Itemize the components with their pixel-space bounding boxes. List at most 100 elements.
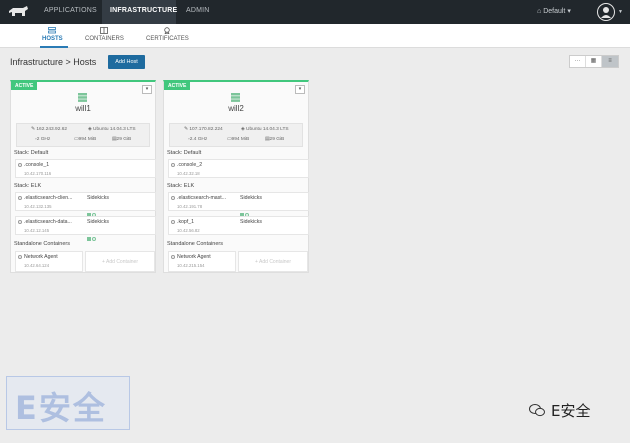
sidekicks-label: Sidekicks <box>240 219 262 225</box>
container-status-icon <box>18 255 22 259</box>
container-status-icon <box>171 255 175 259</box>
sidekicks-label: Sidekicks <box>240 195 262 201</box>
grid-view-icon[interactable]: ▦ <box>586 56 602 67</box>
host-name[interactable]: will2 <box>164 104 308 113</box>
container-name: .elasticsearch-mast... <box>177 195 227 201</box>
add-container-button[interactable]: + Add Container <box>238 251 308 272</box>
watermark-text: E安全 <box>551 402 591 420</box>
container-name: .elasticsearch-data... <box>24 219 72 225</box>
container-name: .console_2 <box>177 162 203 168</box>
containers-icon <box>100 27 109 34</box>
nav-admin[interactable]: ADMIN <box>186 7 210 14</box>
tab-certificates[interactable]: CERTIFICATES <box>146 27 189 42</box>
host-disk: ▤29 GiB <box>265 137 285 142</box>
host-menu-chevron-down-icon[interactable]: ▾ <box>295 85 305 94</box>
container-network-agent[interactable]: Network Agent 10.42.64.124 <box>15 251 83 272</box>
sidekick-icons[interactable] <box>87 228 96 241</box>
watermark-text: E安全 <box>15 389 107 427</box>
container-ip: 10.42.191.78 <box>177 204 203 209</box>
view-toggle-group: ··· ▦ ≡ <box>569 55 619 68</box>
page-breadcrumb: Infrastructure > Hosts <box>10 57 97 67</box>
nav-applications[interactable]: APPLICATIONS <box>44 7 97 14</box>
host-cpu: ▫2 GHz <box>35 137 51 142</box>
container-elasticsearch-master[interactable]: .elasticsearch-mast... 10.42.191.78 Side… <box>168 192 309 217</box>
host-card-will2: ACTIVE ▾ will2 ✎ 107.170.82.224 ◈ Ubuntu… <box>163 80 309 273</box>
container-network-agent[interactable]: Network Agent 10.42.215.154 <box>168 251 236 272</box>
host-ip: ✎ 107.170.82.224 <box>184 127 223 132</box>
more-options-icon[interactable]: ··· <box>570 56 586 67</box>
container-name: .console_1 <box>24 162 50 168</box>
sidekick-icons[interactable] <box>240 204 249 217</box>
environment-dropdown[interactable]: ⌂ Default ▾ <box>537 7 571 15</box>
host-cpu: ▫2.4 GHz <box>188 137 208 142</box>
container-ip: 10.42.64.124 <box>24 263 50 268</box>
add-host-button[interactable]: Add Host <box>108 55 145 69</box>
stack-elk-header: Stack: ELK <box>14 183 42 189</box>
chevron-down-icon: ▾ <box>565 8 571 15</box>
container-name: Network Agent <box>24 254 58 260</box>
nav-infrastructure[interactable]: INFRASTRUCTURE <box>110 7 177 14</box>
user-avatar[interactable] <box>597 3 615 21</box>
container-kopf[interactable]: .kopf_1 10.42.56.82 Sidekicks <box>168 216 309 235</box>
host-ip: ✎ 162.243.92.62 <box>31 127 68 132</box>
host-server-icon <box>231 93 240 102</box>
certificate-icon <box>164 27 171 34</box>
wechat-icon <box>529 404 545 417</box>
container-console[interactable]: .console_2 10.42.32.18 <box>168 159 309 178</box>
sub-nav: HOSTS CONTAINERS CERTIFICATES <box>0 24 630 48</box>
rancher-logo-icon[interactable] <box>7 5 29 18</box>
tab-containers-label: CONTAINERS <box>85 36 124 42</box>
container-ip: 10.42.56.82 <box>177 228 200 233</box>
container-ip: 10.42.32.18 <box>177 171 200 176</box>
tab-containers[interactable]: CONTAINERS <box>85 27 124 42</box>
container-elasticsearch-data[interactable]: .elasticsearch-data... 10.42.12.145 Side… <box>15 216 156 241</box>
container-name: .elasticsearch-clien... <box>24 195 73 201</box>
sidekicks-label: Sidekicks <box>87 195 109 201</box>
active-tab-underline <box>40 46 68 48</box>
container-ip: 10.42.12.145 <box>24 228 50 233</box>
host-memory: ▭994 MiB <box>227 137 250 142</box>
container-status-icon <box>171 163 175 167</box>
host-os: ◈ Ubuntu 14.04.3 LTS <box>241 127 289 132</box>
hosts-icon <box>48 27 57 34</box>
host-menu-chevron-down-icon[interactable]: ▾ <box>142 85 152 94</box>
host-state-badge: ACTIVE <box>164 82 191 90</box>
standalone-header: Standalone Containers <box>167 241 223 247</box>
host-info: ✎ 162.243.92.62 ◈ Ubuntu 14.04.3 LTS ▫2 … <box>16 123 150 147</box>
container-status-icon <box>18 163 22 167</box>
host-disk: ▤29 GiB <box>112 137 132 142</box>
stack-elk-header: Stack: ELK <box>167 183 195 189</box>
list-view-icon[interactable]: ≡ <box>602 56 618 67</box>
add-container-button[interactable]: + Add Container <box>85 251 155 272</box>
container-elasticsearch-client[interactable]: .elasticsearch-clien... 10.42.132.135 Si… <box>15 192 156 217</box>
stack-default-header: Stack: Default <box>14 150 49 156</box>
tab-hosts-label: HOSTS <box>42 36 63 42</box>
container-status-icon <box>171 196 175 200</box>
container-name: Network Agent <box>177 254 211 260</box>
container-console[interactable]: .console_1 10.42.170.116 <box>15 159 156 178</box>
host-card-will1: ACTIVE ▾ will1 ✎ 162.243.92.62 ◈ Ubuntu … <box>10 80 156 273</box>
container-status-icon <box>18 220 22 224</box>
environment-label: Default <box>543 8 566 15</box>
sidekicks-label: Sidekicks <box>87 219 109 225</box>
host-state-badge: ACTIVE <box>11 82 38 90</box>
container-status-icon <box>18 196 22 200</box>
user-icon <box>601 7 611 18</box>
host-info: ✎ 107.170.82.224 ◈ Ubuntu 14.04.3 LTS ▫2… <box>169 123 303 147</box>
stack-default-header: Stack: Default <box>167 150 202 156</box>
tab-certificates-label: CERTIFICATES <box>146 36 189 42</box>
tab-hosts[interactable]: HOSTS <box>42 27 63 42</box>
host-server-icon <box>78 93 87 102</box>
top-nav: APPLICATIONS INFRASTRUCTURE ADMIN ⌂ Defa… <box>0 0 630 24</box>
host-name[interactable]: will1 <box>11 104 155 113</box>
standalone-header: Standalone Containers <box>14 241 70 247</box>
container-status-icon <box>171 220 175 224</box>
container-ip: 10.42.132.135 <box>24 204 52 209</box>
avatar-chevron-down-icon[interactable]: ▼ <box>618 9 623 15</box>
container-ip: 10.42.215.154 <box>177 263 205 268</box>
host-memory: ▭994 MiB <box>74 137 97 142</box>
container-name: .kopf_1 <box>177 219 195 225</box>
container-ip: 10.42.170.116 <box>24 171 52 176</box>
sidekick-icons[interactable] <box>87 204 96 217</box>
watermark-logo: E安全 <box>6 376 130 430</box>
